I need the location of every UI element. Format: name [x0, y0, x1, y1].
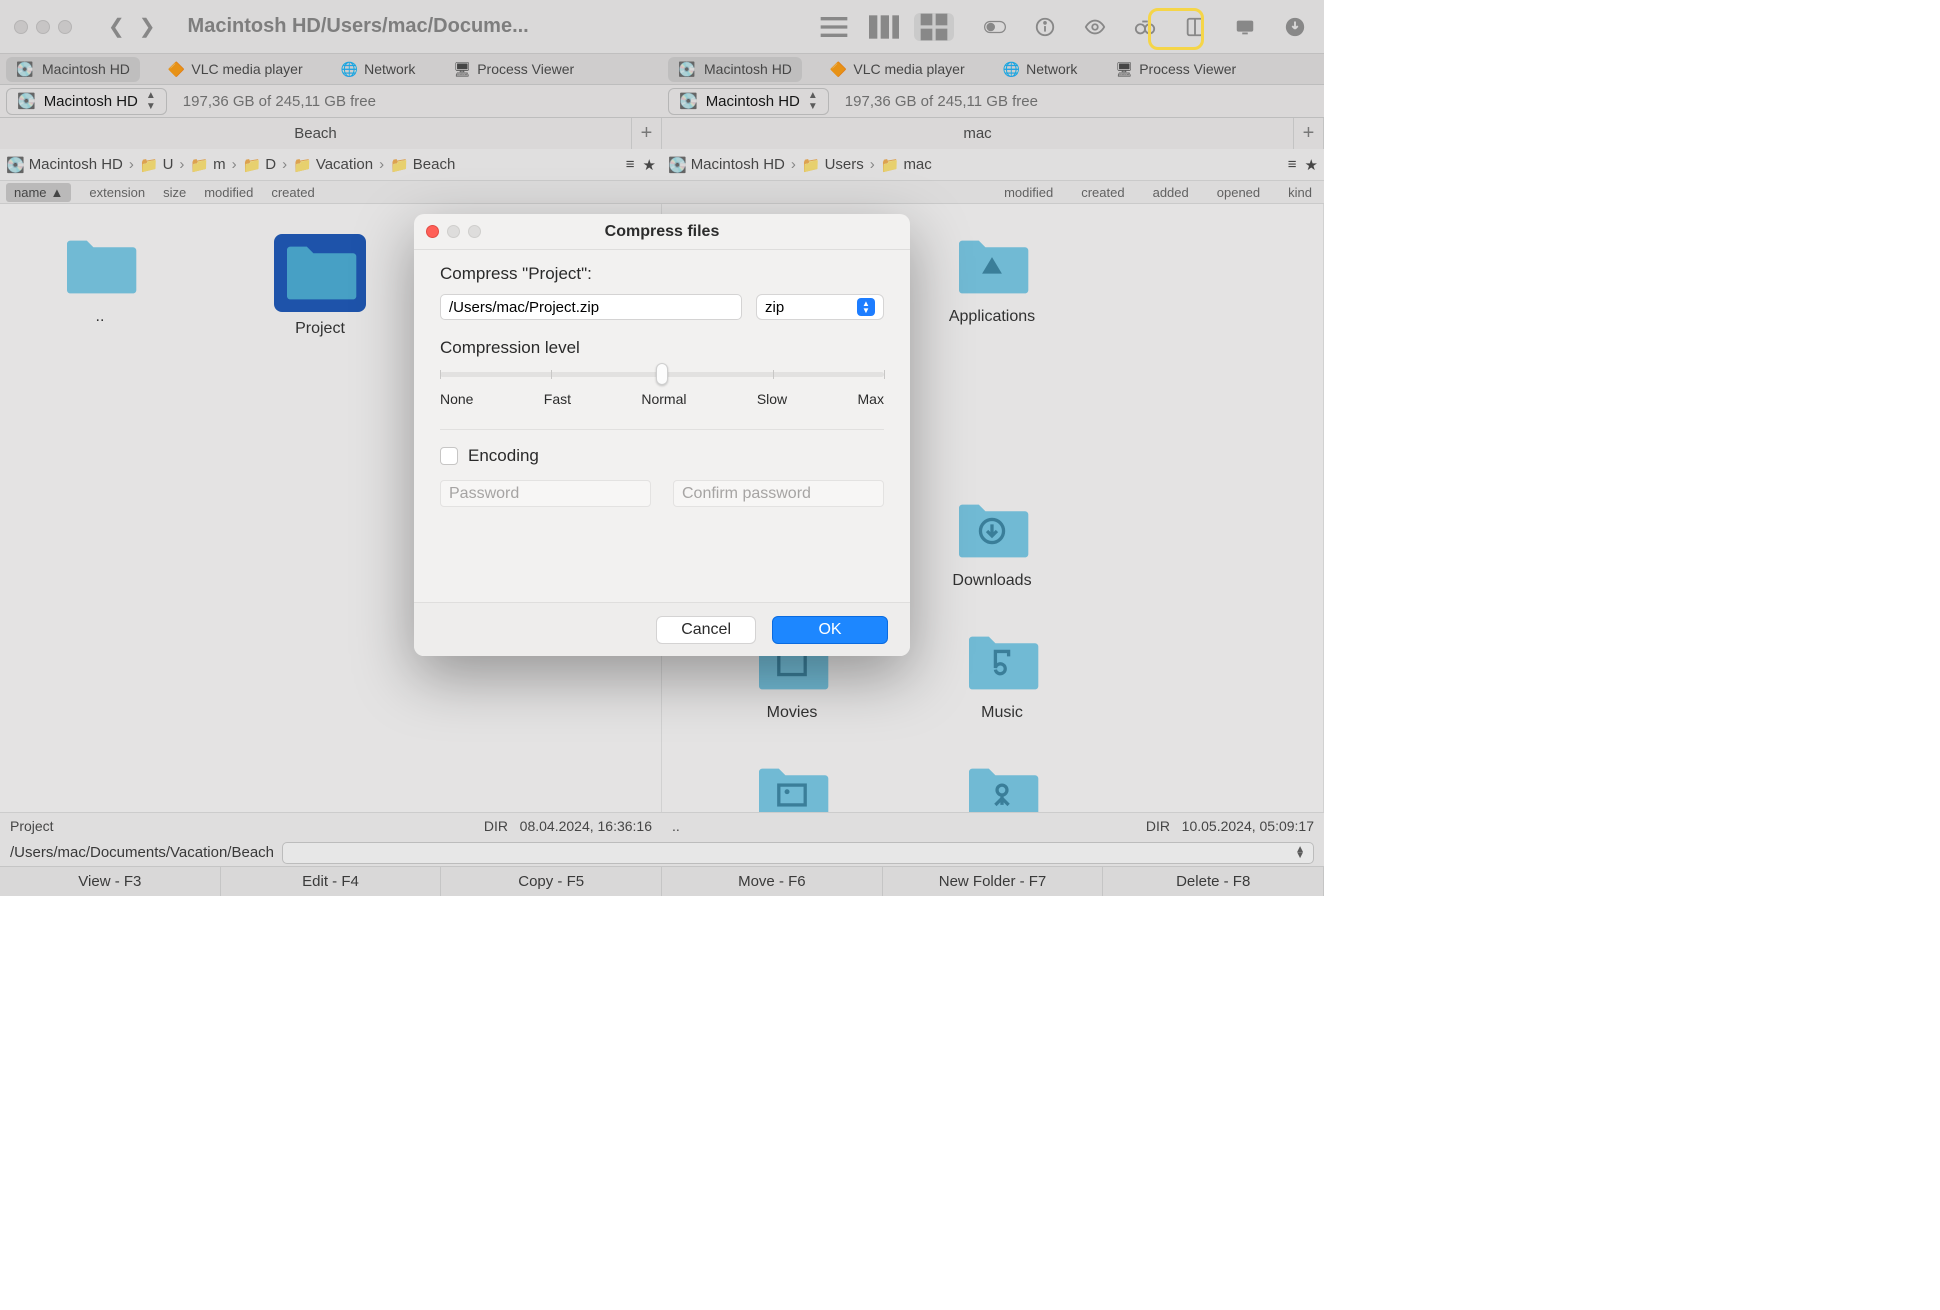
slider-thumb[interactable] [656, 363, 668, 385]
window-title: Macintosh HD/Users/mac/Docume... [188, 15, 529, 38]
right-free-space: 197,36 GB of 245,11 GB free [845, 93, 1038, 110]
vlc-icon: 🔶 [168, 61, 185, 78]
slider-labels: None Fast Normal Slow Max [440, 391, 884, 407]
folder-applications[interactable]: Applications [932, 234, 1052, 326]
view-mode-group [814, 13, 954, 41]
right-add-tab[interactable]: + [1294, 118, 1324, 149]
dialog-zoom-icon [468, 225, 481, 238]
right-columns: modified created added opened kind [659, 181, 1324, 203]
current-path-label: /Users/mac/Documents/Vacation/Beach [10, 844, 274, 861]
right-breadcrumb[interactable]: 💽Macintosh HD› 📁Users› 📁mac ≡★ [662, 149, 1324, 180]
fn-move[interactable]: Move - F6 [662, 867, 883, 896]
minimize-window-icon[interactable] [36, 20, 50, 34]
compress-dialog: Compress files Compress "Project": /User… [414, 214, 910, 656]
monitor-icon: 🖥 [1115, 61, 1133, 78]
main-toolbar: ❮ ❯ Macintosh HD/Users/mac/Docume... [0, 0, 1324, 54]
list-icon[interactable]: ≡ [1288, 156, 1297, 173]
dialog-minimize-icon [447, 225, 460, 238]
back-icon[interactable]: ❮ [108, 14, 125, 39]
monitor-icon: 🖥 [453, 61, 471, 78]
globe-icon: 🌐 [1003, 61, 1020, 78]
dialog-title: Compress files [605, 223, 720, 241]
fn-newfolder[interactable]: New Folder - F7 [883, 867, 1104, 896]
right-status: .. DIR 10.05.2024, 05:09:17 [662, 813, 1324, 839]
left-status: Project DIR 08.04.2024, 16:36:16 [0, 813, 662, 839]
zoom-window-icon[interactable] [58, 20, 72, 34]
tab-process-viewer-r[interactable]: 🖥Process Viewer [1105, 57, 1246, 82]
confirm-password-input[interactable]: Confirm password [673, 480, 884, 507]
traffic-lights [14, 20, 72, 34]
folder-pictures[interactable]: Pictures [732, 762, 852, 812]
columns-view-icon[interactable] [864, 13, 904, 41]
left-free-space: 197,36 GB of 245,11 GB free [183, 93, 376, 110]
col-extension[interactable]: extension [89, 185, 145, 200]
dialog-title-bar: Compress files [414, 214, 910, 250]
left-app-tabs: 💽Macintosh HD 🔶VLC media player 🌐Network… [0, 54, 662, 84]
dialog-close-icon[interactable] [426, 225, 439, 238]
encoding-checkbox[interactable] [440, 447, 458, 465]
path-input[interactable]: ▲▼ [282, 842, 1314, 864]
left-volume-select[interactable]: 💽 Macintosh HD ▲▼ [6, 88, 167, 115]
tab-network[interactable]: 🌐Network [331, 57, 426, 82]
globe-icon: 🌐 [341, 61, 358, 78]
info-icon[interactable] [1030, 14, 1060, 40]
screen-icon[interactable] [1230, 14, 1260, 40]
ok-button[interactable]: OK [772, 616, 888, 644]
col-modified[interactable]: modified [204, 185, 253, 200]
tab-vlc[interactable]: 🔶VLC media player [158, 57, 313, 82]
forward-icon[interactable]: ❯ [139, 14, 156, 39]
tab-network-r[interactable]: 🌐Network [993, 57, 1088, 82]
list-icon[interactable]: ≡ [626, 156, 635, 173]
dropdown-arrows-icon: ▲▼ [857, 298, 875, 316]
download-icon[interactable] [1280, 14, 1310, 40]
hd-icon: 💽 [16, 61, 36, 77]
compress-label: Compress "Project": [440, 264, 884, 284]
left-breadcrumb[interactable]: 💽Macintosh HD› 📁U› 📁m› 📁D› 📁Vacation› 📁B… [0, 149, 662, 180]
folder-downloads[interactable]: Downloads [932, 498, 1052, 590]
fn-delete[interactable]: Delete - F8 [1103, 867, 1324, 896]
nav-arrows: ❮ ❯ [108, 14, 156, 39]
format-select[interactable]: zip ▲▼ [756, 294, 884, 320]
col-created[interactable]: created [271, 185, 314, 200]
folder-public[interactable]: Public [942, 762, 1062, 812]
folder-project[interactable]: Project [260, 234, 380, 338]
tab-macintosh-hd[interactable]: 💽Macintosh HD [6, 57, 140, 82]
toggle-icon[interactable] [980, 14, 1010, 40]
tab-vlc-r[interactable]: 🔶VLC media player [820, 57, 975, 82]
folder-up[interactable]: .. [40, 234, 160, 338]
tab-process-viewer[interactable]: 🖥Process Viewer [443, 57, 584, 82]
left-columns: name ▲ extension size modified created [0, 181, 659, 203]
tab-macintosh-hd-r[interactable]: 💽Macintosh HD [668, 57, 802, 82]
output-path-input[interactable]: /Users/mac/Project.zip [440, 294, 742, 320]
left-pane-tab[interactable]: Beach [0, 118, 632, 149]
preview-icon[interactable] [1080, 14, 1110, 40]
list-view-icon[interactable] [814, 13, 854, 41]
function-buttons: View - F3 Edit - F4 Copy - F5 Move - F6 … [0, 866, 1324, 896]
encoding-label: Encoding [468, 446, 539, 466]
compression-slider[interactable] [440, 372, 884, 377]
password-input[interactable]: Password [440, 480, 651, 507]
right-pane-tab[interactable]: mac [662, 118, 1294, 149]
right-app-tabs: 💽Macintosh HD 🔶VLC media player 🌐Network… [662, 54, 1324, 84]
cancel-button[interactable]: Cancel [656, 616, 756, 644]
fn-copy[interactable]: Copy - F5 [441, 867, 662, 896]
highlight-indicator [1148, 8, 1204, 50]
fn-view[interactable]: View - F3 [0, 867, 221, 896]
left-add-tab[interactable]: + [632, 118, 662, 149]
col-size[interactable]: size [163, 185, 186, 200]
star-icon[interactable]: ★ [643, 156, 656, 174]
star-icon[interactable]: ★ [1305, 156, 1318, 174]
fn-edit[interactable]: Edit - F4 [221, 867, 442, 896]
col-name[interactable]: name ▲ [6, 183, 71, 202]
compression-level-label: Compression level [440, 338, 884, 358]
right-volume-select[interactable]: 💽 Macintosh HD ▲▼ [668, 88, 829, 115]
close-window-icon[interactable] [14, 20, 28, 34]
hd-icon: 💽 [678, 61, 698, 77]
grid-view-icon[interactable] [914, 13, 954, 41]
folder-music[interactable]: Music [942, 630, 1062, 722]
vlc-icon: 🔶 [830, 61, 847, 78]
